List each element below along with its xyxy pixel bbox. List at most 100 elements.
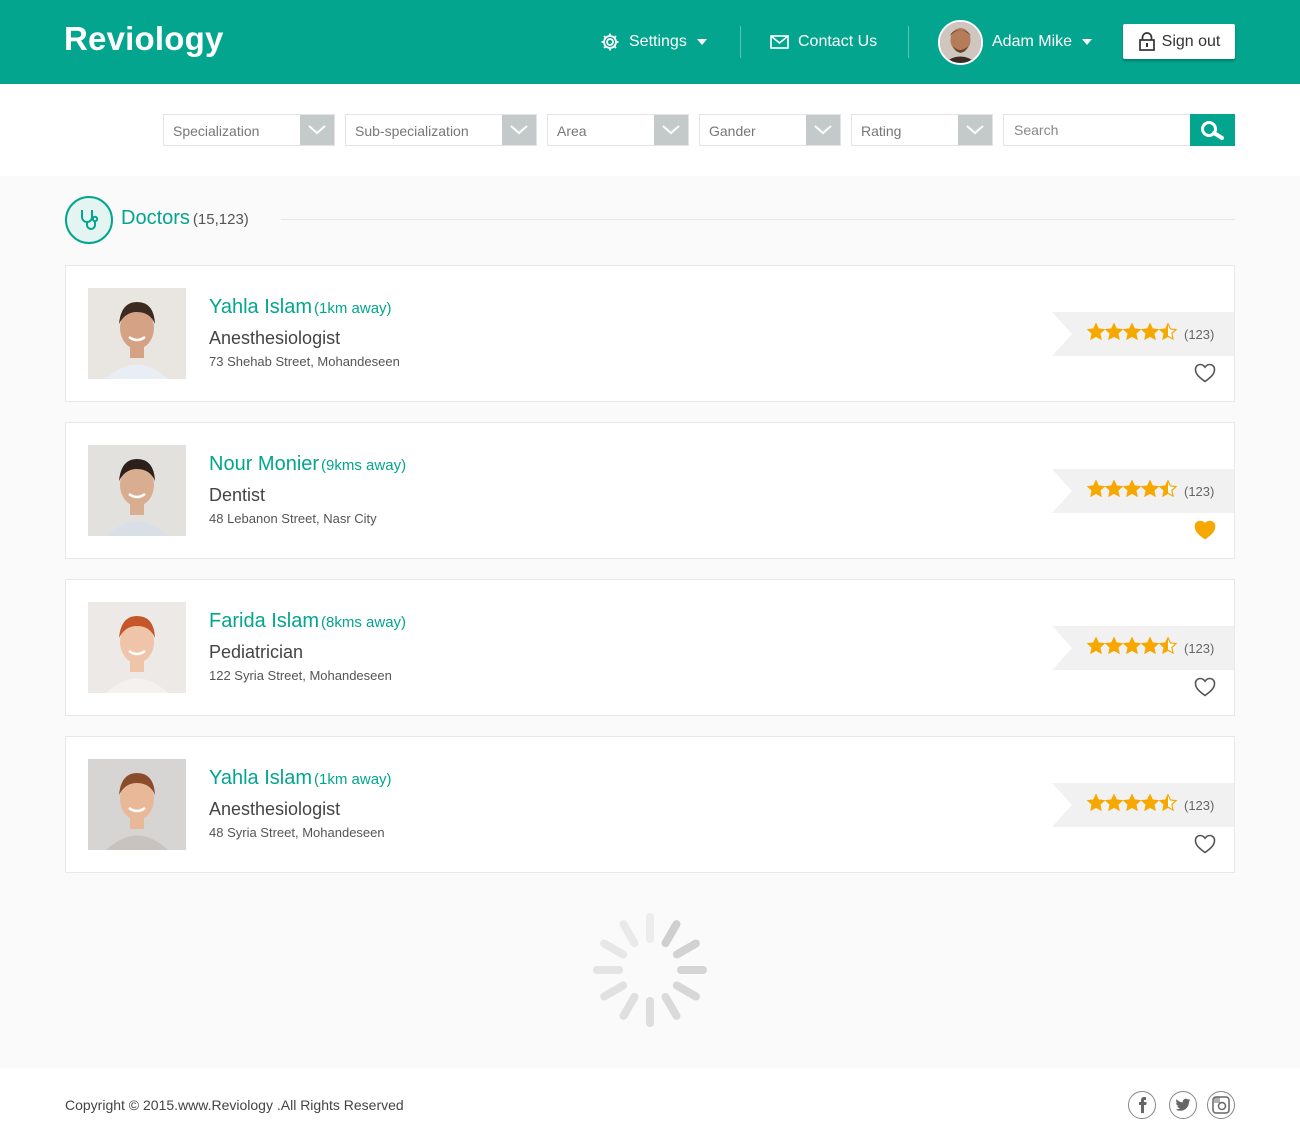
- search-box: [1003, 114, 1235, 146]
- doctor-photo[interactable]: [88, 602, 186, 693]
- doctor-specialty: Anesthesiologist: [209, 328, 341, 348]
- doctor-specialty: Anesthesiologist: [209, 799, 341, 819]
- chevron-down-icon: [654, 115, 688, 145]
- star-icon: [1087, 637, 1105, 654]
- top-header: Reviology Settings Contact Us Adam Mike …: [0, 0, 1300, 84]
- twitter-icon[interactable]: [1169, 1091, 1197, 1119]
- chevron-down-icon: [696, 39, 707, 45]
- search-button[interactable]: [1190, 114, 1235, 146]
- rating-stars: [1087, 323, 1177, 340]
- rating-select[interactable]: Rating: [851, 114, 993, 146]
- divider: [908, 26, 909, 58]
- rating-ribbon: (123): [1052, 626, 1234, 670]
- rating-stars: [1087, 794, 1177, 811]
- doctor-distance: (1km away): [314, 300, 392, 317]
- star-icon: [1159, 323, 1177, 340]
- review-count: (123): [1184, 327, 1215, 342]
- gender-select[interactable]: Gander: [699, 114, 841, 146]
- star-icon: [1141, 637, 1159, 654]
- sign-out-button[interactable]: Sign out: [1123, 24, 1235, 59]
- review-count: (123): [1184, 641, 1215, 656]
- loading-spinner-icon: [593, 913, 707, 1027]
- search-input[interactable]: [1004, 115, 1190, 145]
- doctor-card[interactable]: Farida Islam (8kms away) Pediatrician 122 S…: [65, 579, 1235, 716]
- rating-stars: [1087, 480, 1177, 497]
- doctor-specialty: Pediatrician: [209, 642, 304, 662]
- specialization-label: Specialization: [173, 123, 260, 139]
- doctor-photo[interactable]: [88, 759, 186, 850]
- divider: [740, 26, 741, 58]
- instagram-icon[interactable]: [1207, 1091, 1235, 1119]
- rating-stars: [1087, 637, 1177, 654]
- doctor-name[interactable]: Yahla Islam: [209, 767, 312, 789]
- doctor-name-row: Nour Monier (9kms away): [209, 453, 406, 476]
- section-title: Doctors: [121, 207, 190, 229]
- specialization-select[interactable]: Specialization: [163, 114, 335, 146]
- doctor-name[interactable]: Yahla Islam: [209, 296, 312, 318]
- doctor-address: 73 Shehab Street, Mohandeseen: [209, 354, 400, 369]
- sign-out-label: Sign out: [1161, 32, 1221, 50]
- star-icon: [1087, 794, 1105, 811]
- doctor-address: 122 Syria Street, Mohandeseen: [209, 668, 392, 683]
- settings-menu[interactable]: Settings: [600, 0, 707, 84]
- star-icon: [1123, 480, 1141, 497]
- doctor-distance: (8kms away): [321, 614, 407, 631]
- doctor-name-row: Yahla Islam (1km away): [209, 296, 392, 319]
- star-icon: [1141, 794, 1159, 811]
- gender-label: Gander: [709, 123, 756, 139]
- area-select[interactable]: Area: [547, 114, 689, 146]
- star-icon: [1159, 637, 1177, 654]
- facebook-icon[interactable]: [1128, 1091, 1156, 1119]
- doctor-name[interactable]: Farida Islam: [209, 610, 319, 632]
- copyright-text: Copyright © 2015.www.Reviology .All Righ…: [65, 1097, 404, 1113]
- chevron-down-icon: [300, 115, 334, 145]
- doctor-specialty: Dentist: [209, 485, 266, 505]
- settings-label: Settings: [629, 33, 687, 50]
- favorite-heart-icon[interactable]: [1194, 677, 1216, 697]
- favorite-heart-icon[interactable]: [1194, 363, 1216, 383]
- doctor-distance: (1km away): [314, 771, 392, 788]
- doctor-name[interactable]: Nour Monier: [209, 453, 319, 475]
- star-icon: [1105, 323, 1123, 340]
- doctor-photo[interactable]: [88, 288, 186, 379]
- rating-label: Rating: [861, 123, 902, 139]
- doctor-card[interactable]: Nour Monier (9kms away) Dentist 48 Lebanon …: [65, 422, 1235, 559]
- doctor-distance: (9kms away): [321, 457, 407, 474]
- contact-us-link[interactable]: Contact Us: [770, 0, 877, 84]
- doctor-card[interactable]: Yahla Islam (1km away) Anesthesiologist 73 …: [65, 265, 1235, 402]
- doctor-address: 48 Syria Street, Mohandeseen: [209, 825, 385, 840]
- envelope-icon: [770, 35, 789, 49]
- gear-icon: [600, 32, 620, 52]
- star-icon: [1087, 323, 1105, 340]
- review-count: (123): [1184, 798, 1215, 813]
- rating-ribbon: (123): [1052, 312, 1234, 356]
- doctors-count: (15,123): [192, 211, 249, 228]
- star-icon: [1159, 794, 1177, 811]
- star-icon: [1087, 480, 1105, 497]
- star-icon: [1105, 794, 1123, 811]
- star-icon: [1105, 637, 1123, 654]
- sub-specialization-select[interactable]: Sub-specialization: [345, 114, 537, 146]
- doctor-name-row: Farida Islam (8kms away): [209, 610, 406, 633]
- rating-ribbon: (123): [1052, 469, 1234, 513]
- favorite-heart-icon[interactable]: [1194, 834, 1216, 854]
- divider: [281, 219, 1235, 220]
- area-label: Area: [557, 123, 587, 139]
- avatar: [938, 19, 983, 65]
- lock-icon: [1138, 32, 1156, 51]
- search-icon: [1200, 121, 1224, 140]
- stethoscope-icon: [65, 196, 113, 244]
- user-name: Adam Mike: [992, 33, 1073, 50]
- rating-ribbon: (123): [1052, 783, 1234, 827]
- doctor-photo[interactable]: [88, 445, 186, 536]
- sub-specialization-label: Sub-specialization: [355, 123, 469, 139]
- user-menu[interactable]: Adam Mike: [938, 0, 1093, 84]
- chevron-down-icon: [958, 115, 992, 145]
- doctor-card[interactable]: Yahla Islam (1km away) Anesthesiologist 48 …: [65, 736, 1235, 873]
- star-icon: [1141, 323, 1159, 340]
- star-icon: [1123, 637, 1141, 654]
- favorite-heart-icon[interactable]: [1194, 520, 1216, 540]
- star-icon: [1123, 794, 1141, 811]
- logo[interactable]: Reviology: [64, 20, 224, 58]
- contact-label: Contact Us: [798, 33, 878, 50]
